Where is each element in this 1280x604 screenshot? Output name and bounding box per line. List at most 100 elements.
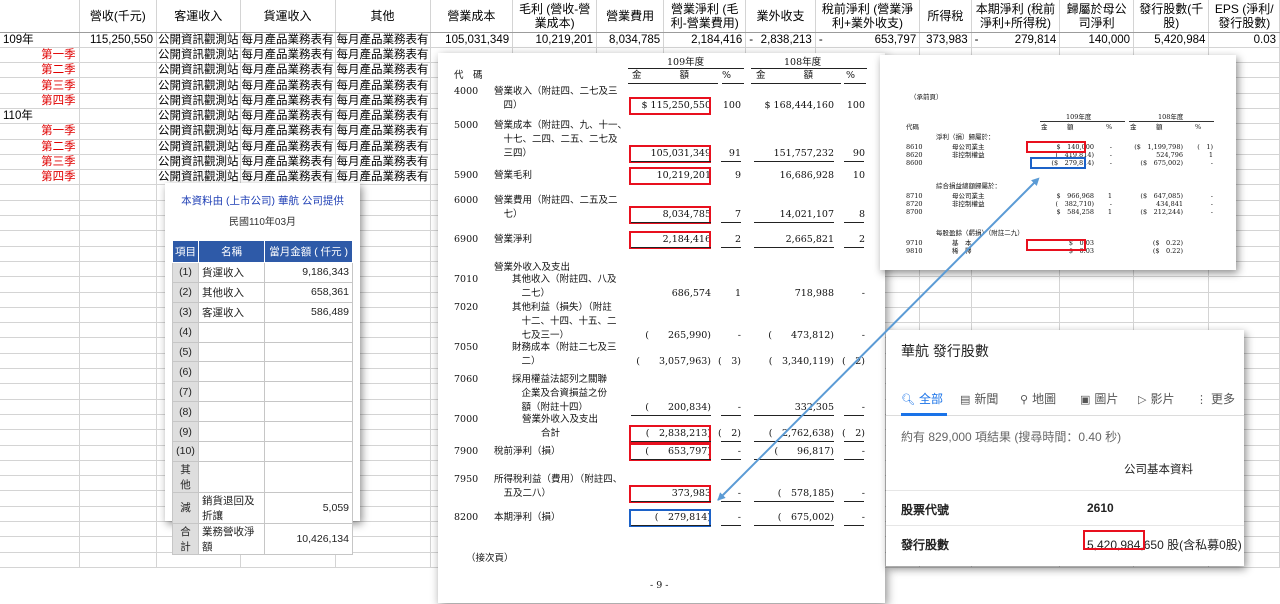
cell-empty[interactable] — [0, 506, 80, 523]
cell-cargo[interactable]: 每月產品業務表有 — [240, 47, 336, 64]
cell-empty[interactable] — [79, 399, 158, 415]
cell-cargo[interactable]: 每月產品業務表有 — [240, 32, 336, 48]
cell-empty[interactable] — [0, 337, 80, 354]
cell-empty[interactable] — [0, 490, 80, 507]
cell-empty[interactable] — [79, 215, 158, 232]
cell-empty[interactable] — [79, 276, 158, 293]
cell-empty[interactable] — [0, 399, 80, 415]
tab-all[interactable]: 🔍︎ 全部 — [901, 390, 943, 407]
header-other[interactable]: 其他 — [335, 0, 431, 33]
cell-nonop[interactable]: -2,838,213 — [745, 32, 816, 48]
cell-cargo[interactable]: 每月產品業務表有 — [240, 77, 336, 94]
cell-empty[interactable] — [0, 246, 80, 262]
cell-gross[interactable]: 10,219,201 — [512, 32, 598, 48]
cell-empty[interactable] — [79, 139, 158, 155]
cell-empty[interactable] — [0, 475, 80, 492]
cell-empty[interactable] — [79, 460, 158, 477]
cell-empty[interactable] — [0, 292, 80, 308]
cell-passenger[interactable]: 公開資訊觀測站 — [156, 123, 241, 140]
cell-eps[interactable]: 0.03 — [1208, 32, 1280, 48]
cell-passenger[interactable]: 公開資訊觀測站 — [156, 93, 241, 109]
cell-cargo[interactable]: 每月產品業務表有 — [240, 62, 336, 79]
header-cost[interactable]: 營業成本 — [430, 0, 514, 33]
tab-images[interactable]: ▣ 圖片 — [1080, 390, 1118, 407]
cell-empty[interactable] — [919, 276, 972, 293]
header-passenger[interactable]: 客運收入 — [156, 0, 241, 33]
cell-empty[interactable] — [79, 108, 158, 125]
cell-empty[interactable] — [79, 230, 158, 247]
cell-empty[interactable] — [919, 307, 972, 324]
cell-empty[interactable] — [79, 307, 158, 324]
tab-news[interactable]: ▤ 新聞 — [960, 390, 998, 407]
cell-other[interactable]: 每月產品業務表有 — [335, 154, 431, 171]
cell-empty[interactable] — [79, 368, 158, 385]
cell-empty[interactable] — [1133, 307, 1210, 324]
cell-other[interactable]: 每月產品業務表有 — [335, 77, 431, 94]
header-parent[interactable]: 歸屬於母公司淨利 — [1059, 0, 1135, 33]
cell-empty[interactable] — [0, 521, 80, 538]
cell-empty[interactable] — [0, 552, 80, 568]
cell-empty[interactable] — [0, 184, 80, 201]
cell-empty[interactable] — [79, 169, 158, 186]
cell-empty[interactable] — [79, 414, 158, 431]
cell-cargo[interactable]: 每月產品業務表有 — [240, 108, 336, 125]
cell-parent[interactable]: 140,000 — [1059, 32, 1135, 48]
cell-empty[interactable] — [1059, 307, 1135, 324]
cell-empty[interactable] — [79, 246, 158, 262]
cell-opinc[interactable]: 2,184,416 — [663, 32, 747, 48]
cell-passenger[interactable]: 公開資訊觀測站 — [156, 32, 241, 48]
header-cell[interactable] — [0, 0, 80, 33]
cell-pretax[interactable]: - 653,797 — [815, 32, 921, 48]
cell-empty[interactable] — [971, 276, 1061, 293]
cell-cargo[interactable]: 每月產品業務表有 — [240, 154, 336, 171]
cell-quarter-label[interactable]: 第三季 — [0, 77, 80, 94]
cell-empty[interactable] — [79, 353, 158, 370]
cell-opex[interactable]: 8,034,785 — [596, 32, 665, 48]
cell-empty[interactable] — [1059, 276, 1135, 293]
cell-passenger[interactable]: 公開資訊觀測站 — [156, 62, 241, 79]
cell-empty[interactable] — [79, 261, 158, 278]
cell-empty[interactable] — [0, 353, 80, 370]
cell-quarter-label[interactable]: 第一季 — [0, 123, 80, 140]
cell-empty[interactable] — [0, 429, 80, 446]
cell-other[interactable]: 每月產品業務表有 — [335, 123, 431, 140]
cell-empty[interactable] — [79, 552, 158, 568]
cell-empty[interactable] — [0, 276, 80, 293]
cell-cargo[interactable]: 每月產品業務表有 — [240, 123, 336, 140]
cell-other[interactable]: 每月產品業務表有 — [335, 108, 431, 125]
cell-empty[interactable] — [971, 307, 1061, 324]
cell-other[interactable]: 每月產品業務表有 — [335, 139, 431, 155]
cell-year-label[interactable]: 110年 — [0, 108, 80, 125]
cell-empty[interactable] — [0, 460, 80, 477]
search-query[interactable]: 華航 發行股數 — [901, 341, 989, 361]
cell-empty[interactable] — [79, 445, 158, 461]
cell-shares[interactable]: 5,420,984 — [1133, 32, 1210, 48]
cell-empty[interactable] — [1133, 276, 1210, 293]
header-eps[interactable]: EPS (淨利/發行股數) — [1208, 0, 1280, 33]
header-shares[interactable]: 發行股數(千股) — [1133, 0, 1210, 33]
cell-empty[interactable] — [1059, 292, 1135, 308]
cell-empty[interactable] — [0, 307, 80, 324]
header-gross[interactable]: 毛利 (營收-營業成本) — [512, 0, 598, 33]
cell-empty[interactable] — [919, 292, 972, 308]
cell-other[interactable]: 每月產品業務表有 — [335, 32, 431, 48]
cell-quarter-label[interactable]: 第三季 — [0, 154, 80, 171]
cell-quarter-label[interactable]: 第二季 — [0, 139, 80, 155]
cell-empty[interactable] — [79, 123, 158, 140]
header-revenue[interactable]: 營收(千元) — [79, 0, 158, 33]
cell-empty[interactable] — [79, 521, 158, 538]
cell-empty[interactable] — [0, 230, 80, 247]
cell-empty[interactable] — [0, 445, 80, 461]
cell-empty[interactable] — [79, 93, 158, 109]
cell-empty[interactable] — [0, 383, 80, 400]
cell-empty[interactable] — [79, 490, 158, 507]
cell-empty[interactable] — [79, 506, 158, 523]
header-nonop[interactable]: 業外收支 — [745, 0, 816, 33]
cell-empty[interactable] — [79, 383, 158, 400]
cell-other[interactable]: 每月產品業務表有 — [335, 62, 431, 79]
header-net[interactable]: 本期淨利 (稅前淨利+所得稅) — [971, 0, 1061, 33]
cell-empty[interactable] — [971, 292, 1061, 308]
header-cargo[interactable]: 貨運收入 — [240, 0, 336, 33]
cell-empty[interactable] — [1208, 307, 1280, 324]
cell-passenger[interactable]: 公開資訊觀測站 — [156, 47, 241, 64]
